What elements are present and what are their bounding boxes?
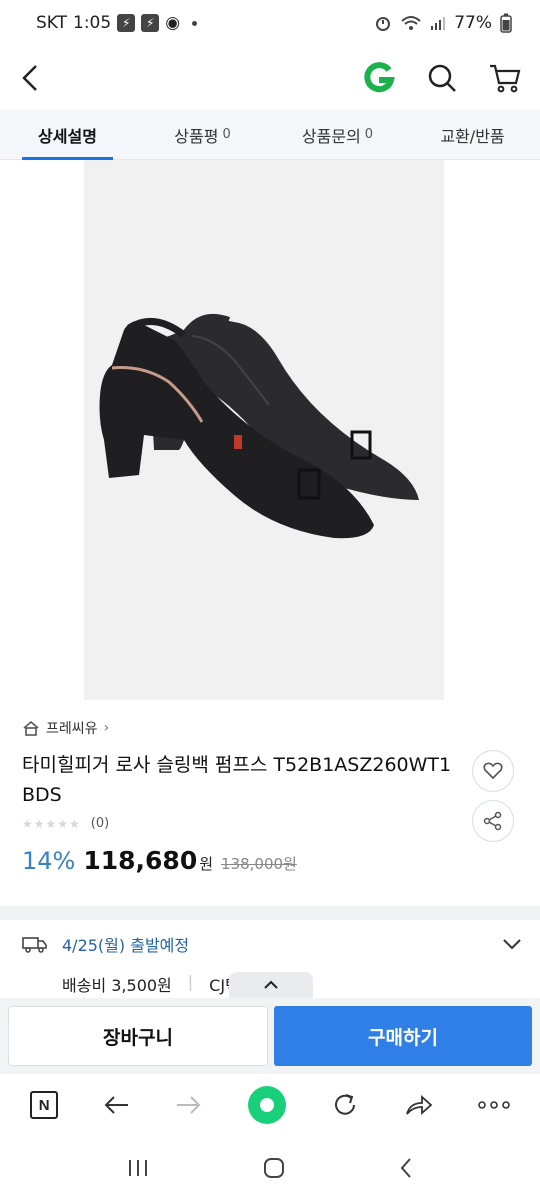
home-nav-button[interactable] xyxy=(263,1157,285,1179)
chevron-right-icon: › xyxy=(103,720,110,736)
wifi-icon xyxy=(401,16,421,30)
flash-icon: ⚡ xyxy=(117,14,136,32)
battery-icon xyxy=(500,13,512,33)
more-notifications-dot xyxy=(192,20,198,26)
status-bar: SKT 1:05 ⚡ ⚡ ◉ 77% xyxy=(0,0,540,46)
status-right: 77% xyxy=(374,13,512,33)
purchase-bar: 장바구니 구매하기 xyxy=(0,998,540,1074)
system-back-button[interactable] xyxy=(399,1157,413,1179)
product-image[interactable] xyxy=(84,160,444,700)
green-dot-icon xyxy=(247,1086,286,1124)
star-rating-icon: ★★★★★ xyxy=(22,816,81,831)
shipping-divider: | xyxy=(187,972,194,991)
browser-forward-button[interactable] xyxy=(175,1094,203,1116)
shipping-fee: 배송비 3,500원 xyxy=(62,976,172,995)
recent-apps-button[interactable] xyxy=(127,1158,149,1178)
seller-link[interactable]: 프레씨유 › xyxy=(22,718,109,738)
shipping-date: 4/25(월) 출발예정 xyxy=(62,936,190,955)
arrow-right-icon xyxy=(176,1096,201,1114)
tab-description[interactable]: 상세설명 xyxy=(0,110,135,160)
search-icon xyxy=(428,64,456,92)
system-navigation xyxy=(0,1136,540,1200)
signal-icon xyxy=(431,17,446,30)
home-circle-icon xyxy=(264,1158,284,1178)
tab-label: 교환/반품 xyxy=(440,126,505,146)
home-icon xyxy=(23,720,39,736)
back-button[interactable] xyxy=(18,63,44,93)
notification-icon: ◉ xyxy=(165,13,181,33)
chevron-up-icon xyxy=(264,980,278,989)
tab-label: 상세설명 xyxy=(38,126,97,146)
green-dot-button[interactable] xyxy=(247,1085,287,1125)
heart-icon xyxy=(483,762,503,780)
rating[interactable]: ★★★★★ (0) xyxy=(22,816,109,831)
wishlist-button[interactable] xyxy=(472,750,514,792)
refresh-button[interactable] xyxy=(331,1091,359,1119)
tab-label: 상품문의 xyxy=(301,126,361,146)
price-row: 14% 118,680 원 138,000원 xyxy=(22,846,297,875)
arrow-left-icon xyxy=(105,1096,129,1114)
buy-now-button[interactable]: 구매하기 xyxy=(274,1006,532,1066)
seller-name: 프레씨유 xyxy=(46,721,98,737)
app-header xyxy=(0,46,540,110)
collapse-toggle[interactable] xyxy=(229,972,313,998)
shipping-date-row[interactable]: 4/25(월) 출발예정 xyxy=(22,932,522,956)
share-icon xyxy=(483,811,502,831)
tab-inquiries[interactable]: 상품문의 0 xyxy=(270,110,405,159)
sale-price: 118,680 xyxy=(83,846,198,875)
alarm-icon xyxy=(376,17,391,31)
chevron-left-icon xyxy=(400,1158,411,1178)
refresh-icon xyxy=(335,1094,356,1115)
tab-exchange-return[interactable]: 교환/반품 xyxy=(405,110,540,159)
share-page-button[interactable] xyxy=(404,1093,434,1117)
tab-count: 0 xyxy=(364,127,374,142)
share-button[interactable] xyxy=(472,800,514,842)
gmarket-home-button[interactable] xyxy=(362,61,396,95)
tab-count: 0 xyxy=(222,127,231,142)
chevron-left-icon xyxy=(22,65,37,91)
price-unit: 원 xyxy=(199,855,214,873)
discount-rate: 14% xyxy=(22,847,76,875)
browser-back-button[interactable] xyxy=(102,1094,130,1116)
clock: 1:05 xyxy=(73,13,112,33)
add-to-cart-button[interactable]: 장바구니 xyxy=(8,1006,268,1066)
flash-icon: ⚡ xyxy=(141,14,160,32)
cart-button[interactable] xyxy=(488,62,522,94)
shoe-illustration xyxy=(99,314,419,539)
recent-apps-icon xyxy=(129,1160,147,1176)
tab-reviews[interactable]: 상품평 0 xyxy=(135,110,270,159)
detail-tabs: 상세설명 상품평 0 상품문의 0 교환/반품 xyxy=(0,110,540,160)
truck-icon xyxy=(22,937,47,953)
gmarket-logo-icon xyxy=(364,62,395,93)
chevron-down-icon xyxy=(503,939,521,950)
tab-label: 상품평 xyxy=(174,126,219,146)
forward-share-icon xyxy=(405,1094,432,1116)
original-price: 138,000원 xyxy=(221,855,297,873)
naver-home-button[interactable]: N xyxy=(30,1091,59,1119)
section-divider xyxy=(0,906,540,920)
carrier-label: SKT xyxy=(36,13,68,33)
header-actions xyxy=(362,61,522,95)
more-dots-icon xyxy=(478,1101,510,1109)
status-left: SKT 1:05 ⚡ ⚡ ◉ xyxy=(36,13,198,33)
battery-level: 77% xyxy=(454,13,492,33)
cart-icon xyxy=(490,64,521,93)
search-button[interactable] xyxy=(426,62,458,94)
browser-toolbar: N xyxy=(0,1074,540,1136)
review-count: (0) xyxy=(90,816,110,831)
more-menu-button[interactable] xyxy=(478,1100,510,1110)
product-title: 타미힐피거 로사 슬링백 펌프스 T52B1ASZ260WT1 BDS xyxy=(22,754,452,806)
